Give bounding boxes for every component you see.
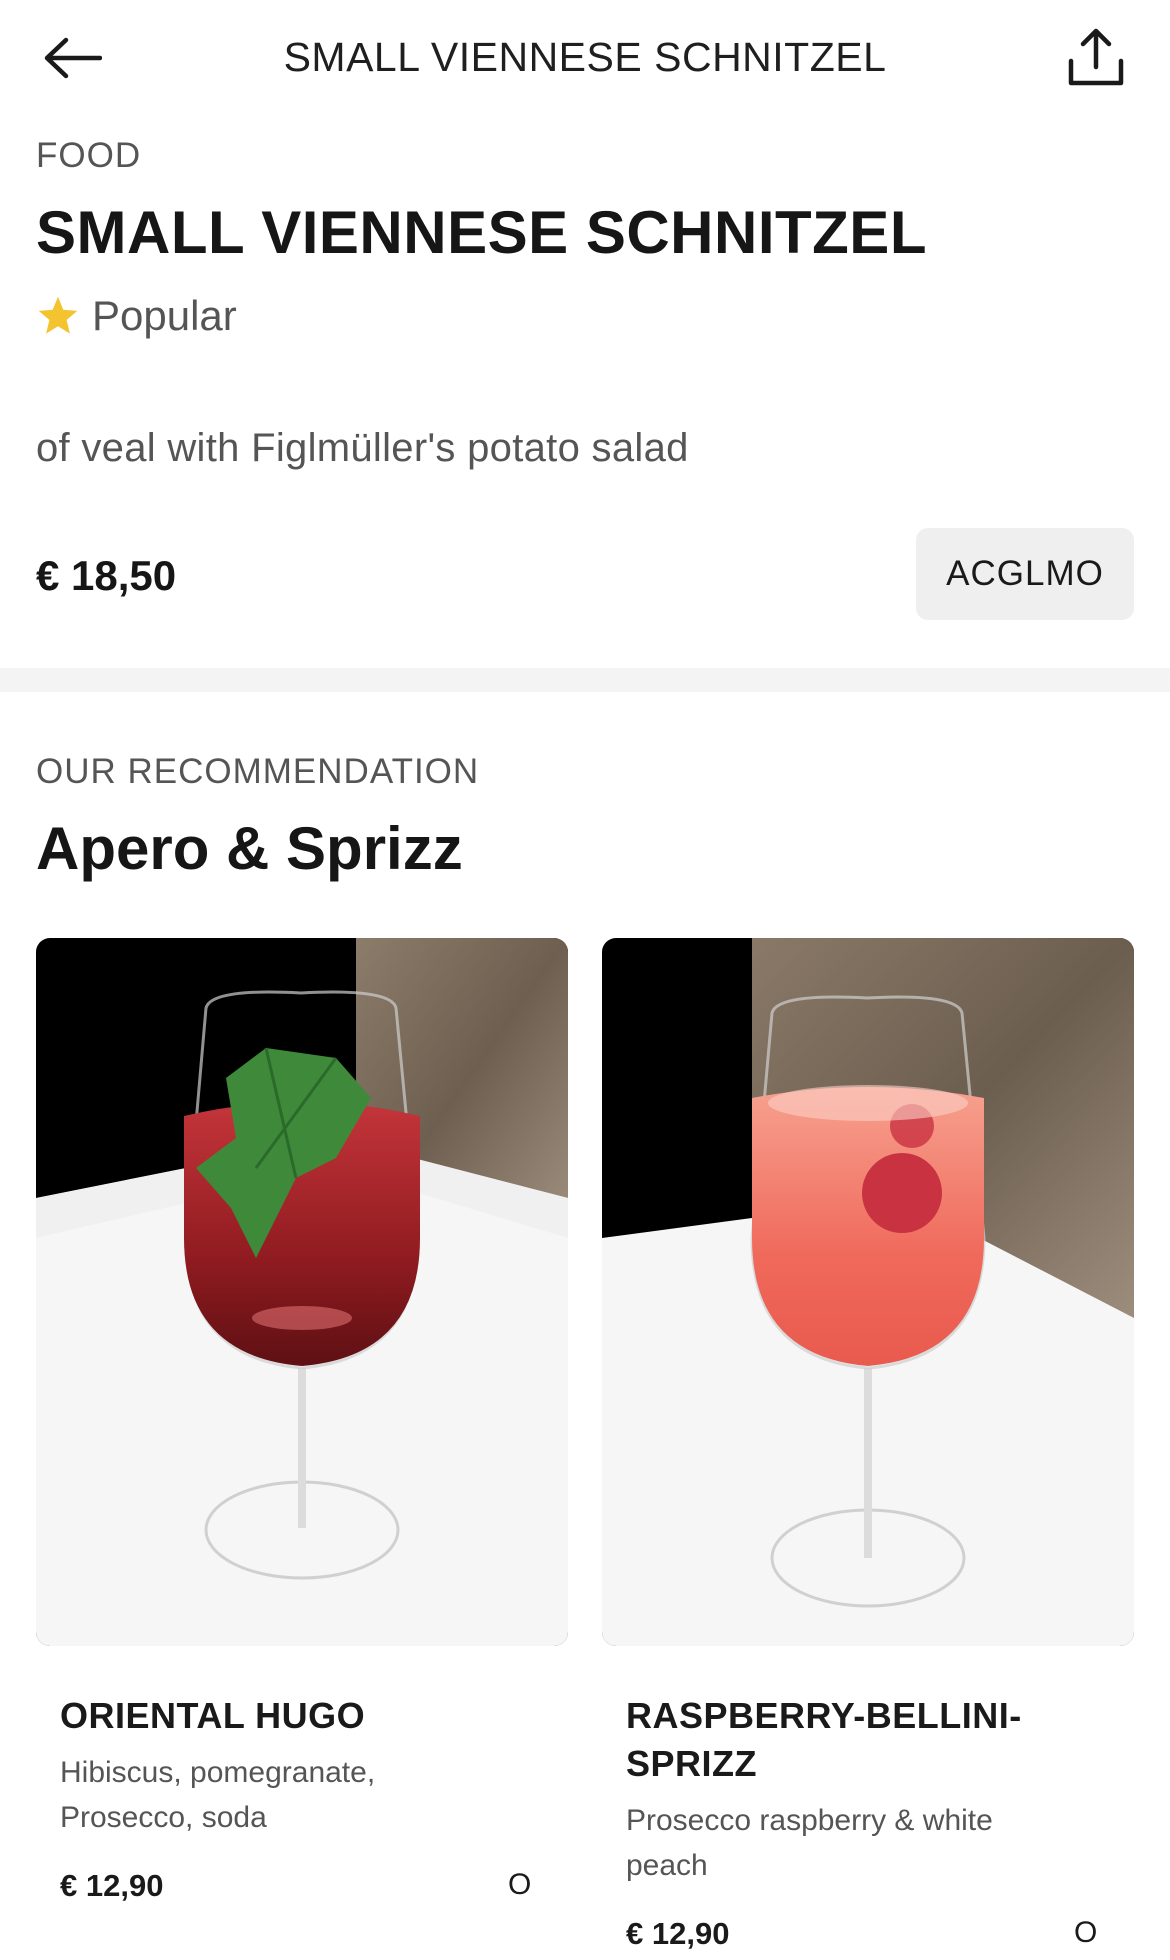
page-title: SMALL VIENNESE SCHNITZEL	[283, 34, 887, 80]
allergens-button[interactable]: ACGLMO	[916, 528, 1134, 620]
item-description: of veal with Figlmüller's potato salad	[36, 426, 689, 470]
card-description: Prosecco raspberry & white peach	[626, 1804, 993, 1882]
drink-image	[36, 938, 568, 1646]
drink-image	[602, 938, 1134, 1646]
card-description: Hibiscus, pomegranate, Prosecco, soda	[60, 1756, 376, 1834]
item-price: € 18,50	[36, 552, 177, 599]
recommendation-label: OUR RECOMMENDATION	[36, 752, 480, 791]
share-button[interactable]	[1058, 22, 1134, 94]
cocktail-photo	[602, 938, 1134, 1646]
arrow-left-icon	[44, 37, 102, 79]
item-category: FOOD	[36, 136, 142, 175]
card-name: ORIENTAL HUGO	[60, 1695, 366, 1736]
card-allergens: O	[508, 1868, 532, 1901]
card-price: € 12,90	[626, 1916, 730, 1951]
top-bar: SMALL VIENNESE SCHNITZEL	[0, 0, 1170, 118]
popular-label: Popular	[92, 292, 237, 339]
section-divider	[0, 668, 1170, 692]
cocktail-photo	[36, 938, 568, 1646]
card-allergens: O	[1074, 1916, 1098, 1949]
recommendation-card-raspberry-bellini-sprizz[interactable]: RASPBERRY-BELLINI-SPRIZZ Prosecco raspbe…	[602, 938, 1134, 1960]
card-price: € 12,90	[60, 1868, 164, 1903]
item-title: SMALL VIENNESE SCHNITZEL	[36, 199, 927, 266]
recommendation-title: Apero & Sprizz	[36, 815, 463, 882]
star-icon	[38, 296, 78, 334]
back-button[interactable]	[36, 26, 108, 90]
recommendation-card-oriental-hugo[interactable]: ORIENTAL HUGO Hibiscus, pomegranate, Pro…	[36, 938, 568, 1960]
card-name: RASPBERRY-BELLINI-SPRIZZ	[626, 1695, 1022, 1784]
share-icon	[1068, 28, 1124, 86]
popular-badge: Popular	[36, 292, 237, 340]
